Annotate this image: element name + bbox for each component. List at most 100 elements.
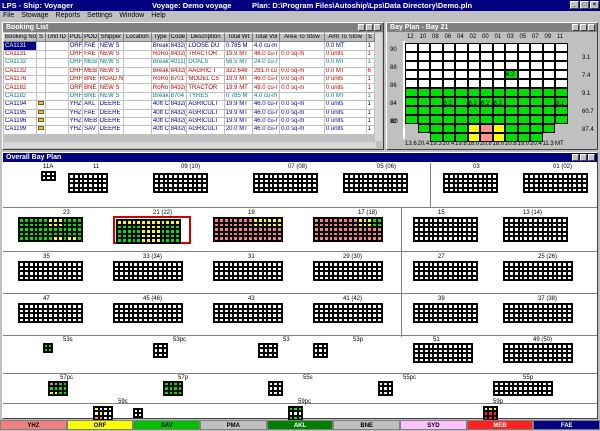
booking-col-header[interactable]: Amt To Stow	[323, 32, 367, 43]
booking-col-header[interactable]: Description	[186, 32, 225, 43]
menu-settings[interactable]: Settings	[87, 12, 112, 19]
container-block[interactable]	[213, 261, 283, 281]
overall-maximize-button[interactable]	[580, 154, 587, 161]
container-block[interactable]	[503, 261, 573, 281]
overall-close-button[interactable]	[588, 154, 595, 161]
table-row[interactable]: CA1131 ORF FAE NEW S RoRo 8432(TRACTOR 19.9 MT…	[2, 49, 376, 60]
booking-minimize-button[interactable]	[358, 24, 365, 31]
legend-pma[interactable]: PMA	[200, 420, 267, 430]
container-block[interactable]	[48, 381, 68, 396]
container-block[interactable]	[258, 343, 278, 358]
bay-slot	[517, 61, 530, 70]
container-block[interactable]	[153, 173, 208, 193]
container-block[interactable]	[68, 173, 108, 193]
bay-weight-label: 9.1	[556, 101, 565, 107]
bay-maximize-button[interactable]	[580, 24, 587, 31]
container-block[interactable]	[133, 408, 143, 418]
container-block[interactable]	[413, 261, 478, 281]
table-row[interactable]: CA1182 ORF BNE NEW S RoRo 8432(TRACTOR 19.9 MT…	[2, 83, 376, 93]
booking-scrollbar[interactable]	[375, 33, 382, 141]
legend-sav[interactable]: SAV	[133, 420, 201, 430]
legend-orf[interactable]: ORF	[66, 420, 134, 430]
close-button[interactable]: ×	[590, 1, 599, 9]
menu-window[interactable]: Window	[119, 12, 144, 19]
menu-help[interactable]: Help	[151, 12, 165, 19]
container-block[interactable]	[483, 406, 498, 421]
booking-close-button[interactable]	[374, 24, 381, 31]
table-row[interactable]: CA1199 YHZ SAV DEERE 40ft C 8432(AGRICULT 20.0…	[2, 125, 376, 135]
container-block[interactable]	[213, 303, 283, 323]
container-block[interactable]	[18, 217, 83, 242]
container-block[interactable]	[413, 303, 478, 323]
table-row[interactable]: CA1194 YHZ AKL DEERE 40ft C 8432(AGRICULT 19.9…	[2, 100, 376, 110]
booking-hscrollbar[interactable]	[4, 142, 376, 148]
booking-col-header[interactable]: Area To Stow	[279, 32, 325, 43]
table-row[interactable]: CA1132 ORF MEB NEW S Break 8432(AAGRIC T 322.6…	[2, 66, 376, 76]
booking-col-header[interactable]: Shipper	[97, 32, 124, 43]
container-block[interactable]	[93, 406, 113, 421]
container-block[interactable]	[253, 173, 318, 193]
container-block[interactable]	[413, 217, 478, 242]
container-block[interactable]	[313, 261, 383, 281]
booking-col-header[interactable]: Booking No.	[2, 32, 38, 43]
booking-col-header[interactable]: E	[365, 32, 376, 43]
menu-reports[interactable]: Reports	[56, 12, 81, 19]
table-row[interactable]: CA1195 YHZ FAE DEERE 40ft C 8432(AGRICULT 19.9…	[2, 108, 376, 118]
container-block[interactable]	[43, 343, 53, 353]
container-block[interactable]	[18, 303, 83, 323]
booking-col-header[interactable]: Type	[150, 32, 170, 43]
container-block[interactable]	[378, 381, 393, 396]
booking-col-header[interactable]: Unit ID	[44, 32, 69, 43]
container-block[interactable]	[268, 381, 283, 396]
container-block[interactable]	[503, 343, 573, 363]
menu-stowage[interactable]: Stowage	[21, 12, 48, 19]
booking-col-header[interactable]: Total Vol	[251, 32, 281, 43]
container-block[interactable]	[213, 217, 283, 242]
container-block[interactable]	[113, 261, 183, 281]
booking-maximize-button[interactable]	[366, 24, 373, 31]
overall-minimize-button[interactable]	[572, 154, 579, 161]
container-block[interactable]	[288, 406, 303, 421]
booking-col-header[interactable]: Total Wt	[223, 32, 253, 43]
menu-file[interactable]: File	[3, 12, 14, 19]
minimize-button[interactable]: _	[570, 1, 579, 9]
container-block[interactable]	[443, 173, 498, 193]
table-row[interactable]: CA1176 ORF BNE ROAD N RoRo 8701 MODEL C5 19.9 M…	[2, 74, 376, 85]
maximize-button[interactable]: □	[580, 1, 589, 9]
bay-label: 53pc	[173, 337, 187, 343]
container-block[interactable]	[313, 217, 383, 242]
container-block[interactable]	[313, 303, 383, 323]
container-block[interactable]	[153, 343, 168, 358]
booking-col-header[interactable]: POD	[82, 32, 99, 43]
legend-akl[interactable]: AKL	[266, 420, 334, 430]
legend-meb[interactable]: MEB	[466, 420, 534, 430]
table-row[interactable]: CA1196 YHZ MEB DEERE 40ft C 8432(AGRICULT 19.9…	[2, 116, 376, 127]
booking-col-header[interactable]: POL	[67, 32, 84, 43]
bay-minimize-button[interactable]	[572, 24, 579, 31]
booking-col-header[interactable]: S	[36, 32, 46, 43]
legend-bne[interactable]: BNE	[333, 420, 401, 430]
container-block[interactable]	[313, 343, 328, 358]
table-row[interactable]: CA1131 ORF FAE NEW S Break 8432(LOOSE DU 0.785…	[2, 41, 376, 51]
booking-col-header[interactable]: Code	[168, 32, 188, 43]
container-block[interactable]	[113, 303, 183, 323]
container-block[interactable]	[503, 217, 568, 242]
table-row[interactable]: CA1132 ORF MEB NEW S Break 4011(DUALS 56.5 MT 2…	[2, 58, 376, 68]
container-block[interactable]	[523, 173, 588, 193]
bay-slot	[555, 43, 568, 52]
booking-col-header[interactable]: Location	[122, 32, 152, 43]
container-block[interactable]	[116, 219, 181, 244]
container-block[interactable]	[343, 173, 408, 193]
bay-close-button[interactable]	[588, 24, 595, 31]
table-row[interactable]: CA1182 ORF BNE NEW S Break 8704 TYRES 0.785 M 4.…	[2, 91, 376, 102]
container-block[interactable]	[163, 381, 183, 396]
legend-yhz[interactable]: YHZ	[0, 420, 67, 430]
bay-slot	[455, 115, 468, 124]
container-block[interactable]	[18, 261, 83, 281]
container-block[interactable]	[503, 303, 573, 323]
container-block[interactable]	[41, 171, 56, 181]
container-block[interactable]	[493, 381, 553, 396]
container-block[interactable]	[413, 343, 473, 363]
legend-syd[interactable]: SYD	[400, 420, 467, 430]
legend-fae[interactable]: FAE	[533, 420, 600, 430]
